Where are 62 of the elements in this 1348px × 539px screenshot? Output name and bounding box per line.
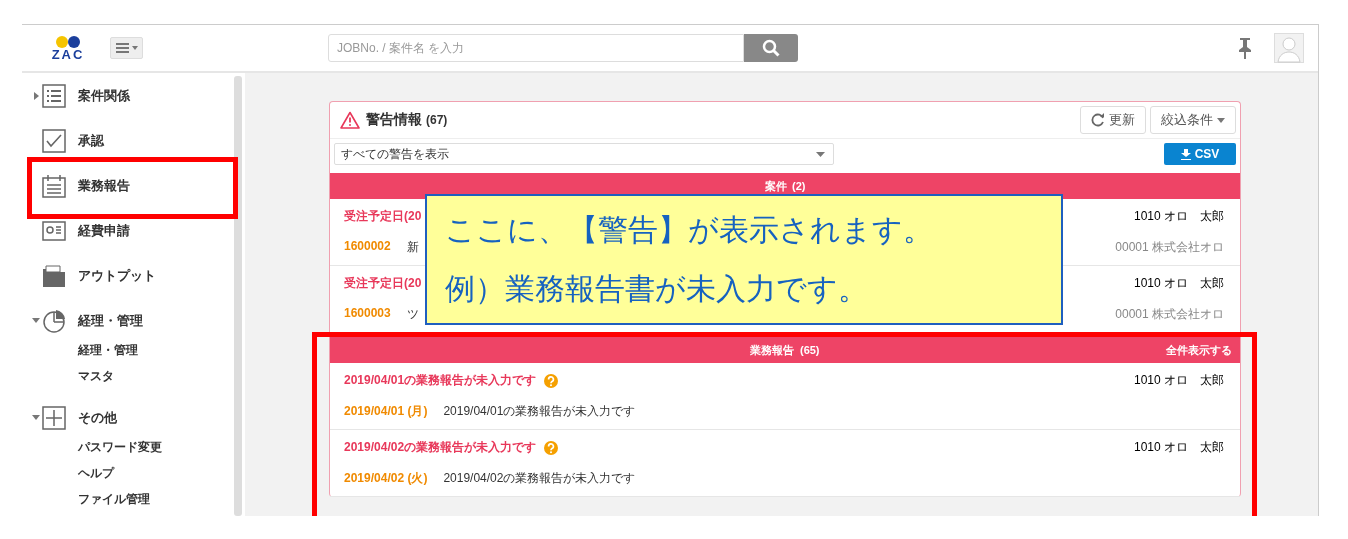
search-field[interactable]: JOBNo. / 案件名 を入力: [328, 34, 744, 62]
alert-code: 1600003: [344, 306, 391, 322]
menu-icon: [114, 42, 139, 54]
caret-down-icon: [816, 151, 825, 157]
person-name: 1010 オロ 太郎: [1133, 275, 1224, 292]
filter-button[interactable]: 絞込条件: [1150, 106, 1236, 134]
show-all-link[interactable]: 全件表示する: [1166, 342, 1232, 358]
menu-button[interactable]: [110, 37, 143, 59]
company-name: 00001 株式会社オロ: [1115, 306, 1224, 323]
alert-title[interactable]: 受注予定日(20: [344, 208, 422, 225]
alert-code: 1600002: [344, 239, 391, 255]
company-name: 00001 株式会社オロ: [1115, 239, 1224, 256]
sidebar-item[interactable]: その他: [78, 408, 117, 427]
sidebar-item[interactable]: 業務報告: [78, 176, 130, 195]
nav-icon: [42, 405, 66, 430]
scrollbar[interactable]: [234, 76, 242, 516]
pin-icon: [1238, 37, 1252, 59]
sidebar-subitem[interactable]: ヘルプ: [78, 460, 234, 486]
sidebar-item[interactable]: アウトプット: [78, 266, 156, 285]
callout-text: ここに、【警告】が表示されます。: [445, 211, 934, 248]
section-title: 案件 (2): [764, 178, 806, 194]
nav-icon: [42, 218, 66, 243]
search-icon: [762, 39, 780, 57]
nav-icon: [42, 128, 66, 153]
warning-icon: [340, 111, 360, 129]
alert-description: ツ: [406, 306, 419, 323]
alert-type-dropdown[interactable]: すべての警告を表示: [334, 143, 834, 165]
nav-icon: [42, 173, 66, 198]
refresh-icon: [1091, 113, 1105, 127]
person-name: 1010 オロ 太郎: [1133, 372, 1224, 389]
csv-button[interactable]: CSV: [1164, 143, 1236, 165]
refresh-button[interactable]: 更新: [1080, 106, 1146, 134]
section-title: 業務報告 (65): [750, 342, 820, 358]
sidebar-subitem[interactable]: マスタ: [78, 363, 234, 389]
panel-title: 警告情報: [366, 111, 422, 129]
person-name: 1010 オロ 太郎: [1133, 208, 1224, 225]
alert-code: 2019/04/02 (火): [344, 470, 428, 487]
alert-title[interactable]: 受注予定日(20: [344, 275, 422, 292]
sidebar-item[interactable]: 経費申請: [78, 221, 130, 240]
avatar-icon: [1274, 33, 1304, 63]
callout-text: 例）業務報告書が未入力です。: [445, 271, 869, 308]
nav-icon: [42, 263, 66, 288]
alert-code: 2019/04/01 (月): [344, 403, 428, 420]
alert-description: 新: [406, 239, 419, 256]
nav-icon: [42, 308, 66, 333]
nav-icon: [42, 83, 66, 108]
sidebar-item[interactable]: 案件関係: [78, 86, 130, 105]
search-button[interactable]: [744, 34, 798, 62]
alert-count: (67): [426, 113, 448, 127]
logo[interactable]: ZAC: [48, 35, 88, 61]
alert-title[interactable]: 2019/04/02の業務報告が未入力です: [344, 439, 537, 456]
person-name: 1010 オロ 太郎: [1133, 439, 1224, 456]
download-icon: [1180, 148, 1191, 160]
sidebar-item[interactable]: 承認: [78, 131, 104, 150]
sidebar-subitem[interactable]: パスワード変更: [78, 434, 234, 460]
sidebar-item[interactable]: 経理・管理: [78, 311, 143, 330]
alert-description: 2019/04/02の業務報告が未入力です: [443, 470, 636, 487]
alert-title[interactable]: 2019/04/01の業務報告が未入力です: [344, 372, 537, 389]
alert-description: 2019/04/01の業務報告が未入力です: [443, 403, 636, 420]
caret-down-icon: [1217, 117, 1225, 123]
sidebar-subitem[interactable]: ファイル管理: [78, 486, 234, 512]
sidebar-subitem[interactable]: 経理・管理: [78, 337, 234, 363]
